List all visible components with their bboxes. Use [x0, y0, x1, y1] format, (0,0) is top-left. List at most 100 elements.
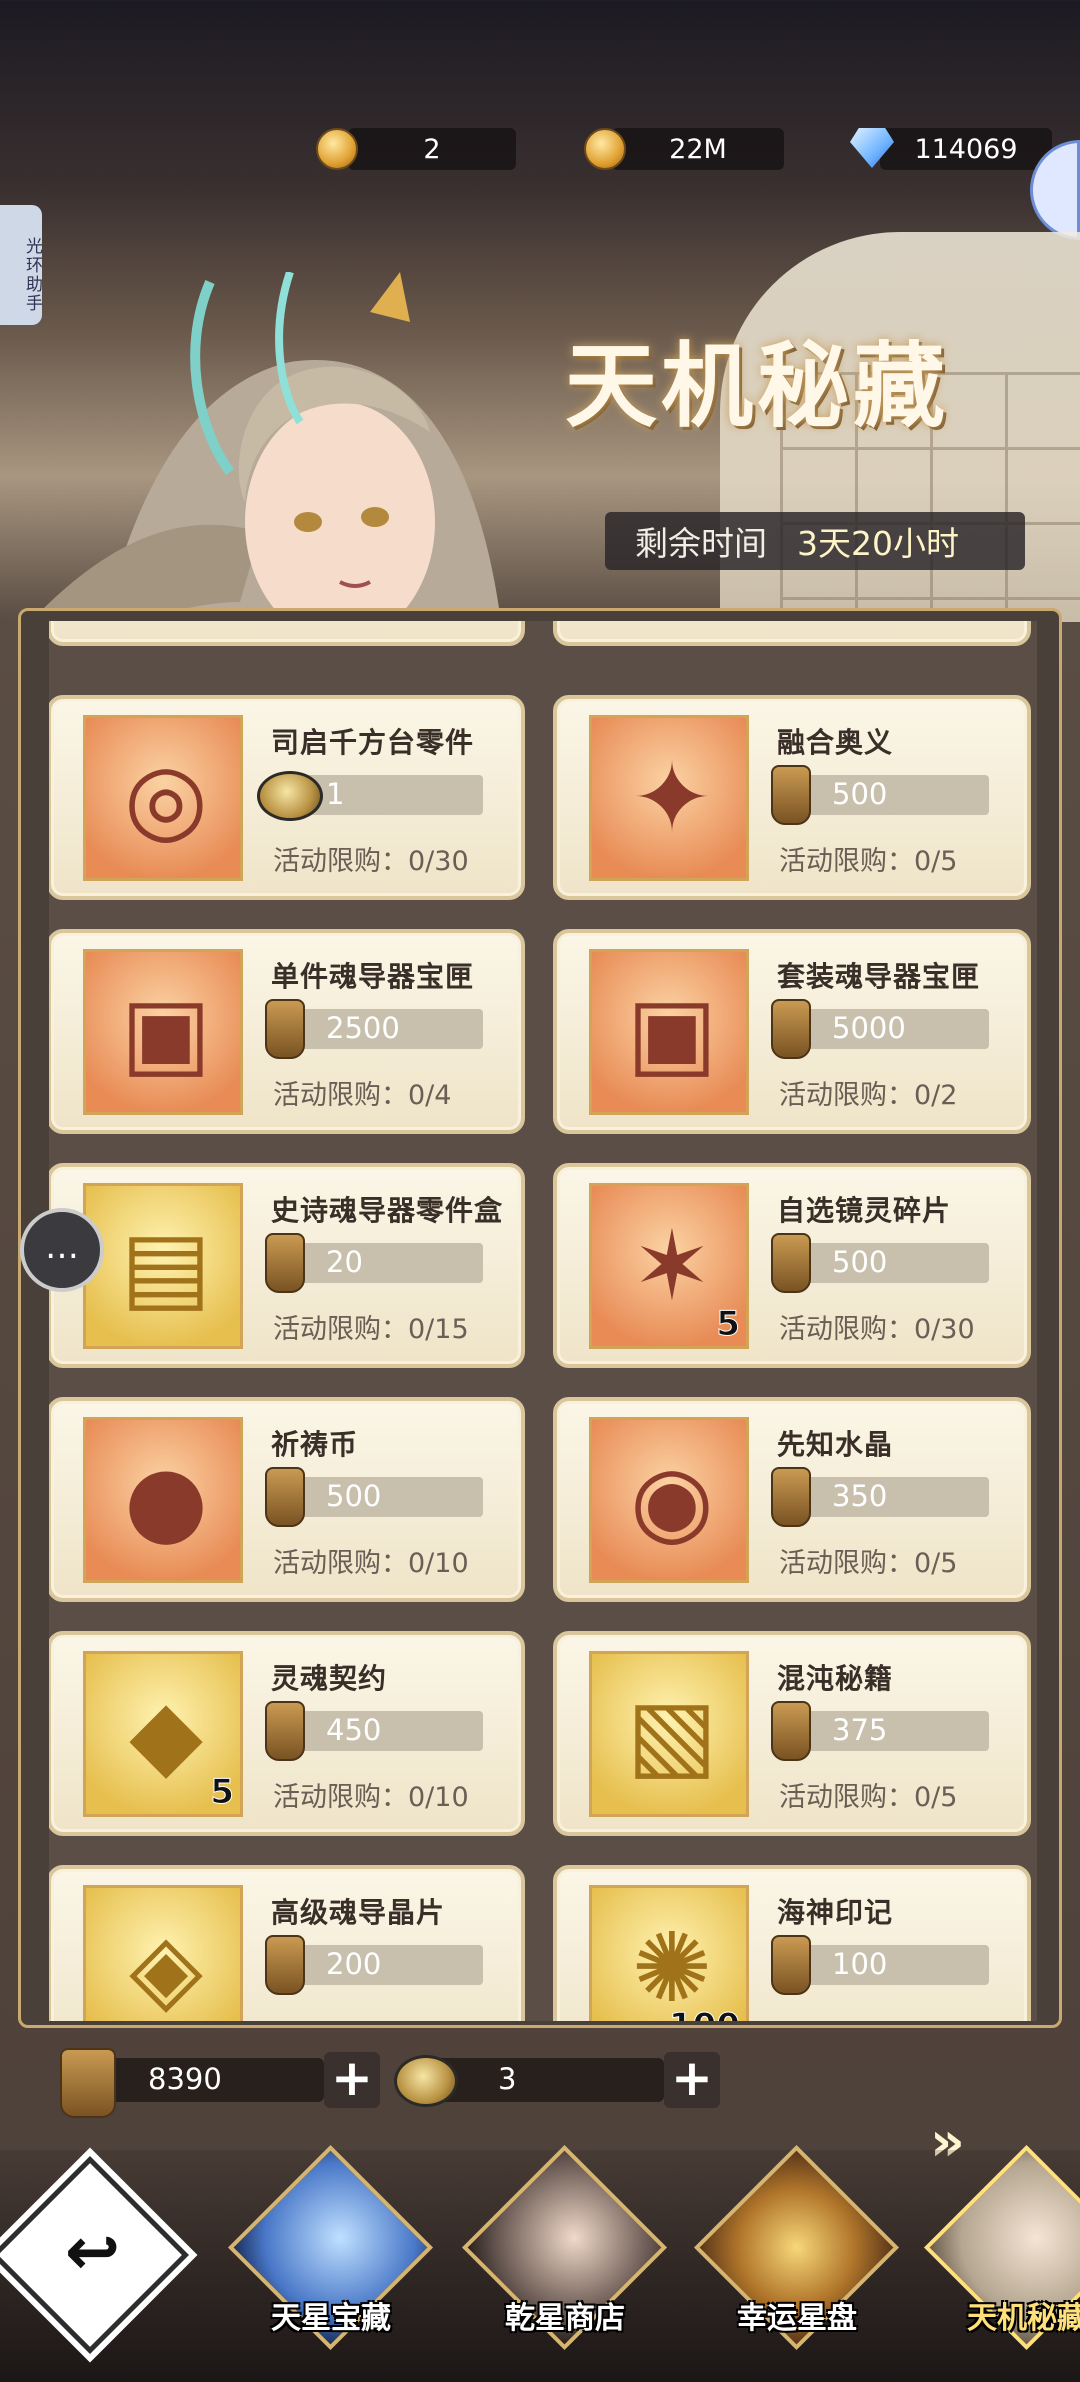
item-price: 500 [326, 1479, 382, 1513]
bag-currency-icon [265, 1935, 305, 1995]
bag-currency-icon [265, 1233, 305, 1293]
item-art-icon: ✦ [631, 742, 713, 854]
item-purchase-limit: 活动限购：0/30 [779, 1314, 975, 1345]
item-art-icon: ▧ [626, 1678, 718, 1790]
item-purchase-limit: 活动限购：0/30 [273, 846, 469, 877]
item-purchase-limit: 活动限购：0/10 [273, 1782, 469, 1813]
tab-label: 天星宝藏 [271, 2301, 391, 2336]
medal-currency-icon [394, 2055, 458, 2107]
item-thumbnail: ◎ [83, 715, 243, 881]
item-thumbnail: ● [83, 1417, 243, 1583]
item-quantity: 5 [210, 1772, 235, 1813]
bag-currency-icon [771, 1935, 811, 1995]
back-arrow-icon: ↩ [64, 2213, 121, 2290]
tab-tianxing-treasure[interactable]: 天星宝藏 [227, 2144, 434, 2355]
item-thumbnail: ◉ [589, 1417, 749, 1583]
shop-item-card[interactable]: ◈ 高级魂导晶片 200 [49, 1865, 525, 2021]
shop-item-card[interactable]: ▣ 套装魂导器宝匣 5000 活动限购：0/2 [553, 929, 1031, 1134]
token-amount: 2 [423, 133, 441, 165]
bag-currency-icon [265, 1467, 305, 1527]
item-price: 450 [326, 1713, 382, 1747]
shop-item-card[interactable]: ✦ 融合奥义 500 活动限购：0/5 [553, 695, 1031, 900]
item-price: 350 [832, 1479, 888, 1513]
item-purchase-limit: 活动限购：0/2 [779, 1080, 958, 1111]
item-purchase-limit: 活动限购：0/5 [779, 846, 958, 877]
remaining-time-label: 剩余时间 [635, 524, 767, 563]
shop-item-card[interactable]: ◎ 司启千方台零件 1 活动限购：0/30 [49, 695, 525, 900]
shop-panel: ◎ 司启千方台零件 1 活动限购：0/30 ✦ 融合奥义 500 活动限购：0/5 ▣ 单件魂导器… [18, 608, 1062, 2028]
tab-qianxing-shop[interactable]: 乾星商店 [461, 2144, 668, 2355]
gold-coin-icon [584, 128, 626, 170]
item-price: 500 [832, 1245, 888, 1279]
item-thumbnail: ◆ 5 [83, 1651, 243, 1817]
tab-label: 幸运星盘 [737, 2301, 857, 2336]
item-art-icon: ▣ [120, 976, 212, 1088]
item-art-icon: ◈ [129, 1912, 203, 2021]
item-thumbnail: ◈ [83, 1885, 243, 2021]
shop-item-card-partial [553, 621, 1031, 646]
item-name: 司启千方台零件 [271, 726, 475, 759]
item-price: 500 [832, 777, 888, 811]
shop-item-card[interactable]: ▣ 单件魂导器宝匣 2500 活动限购：0/4 [49, 929, 525, 1134]
item-art-icon: ✶ [631, 1210, 713, 1322]
item-thumbnail: ▣ [83, 949, 243, 1115]
item-art-icon: ✺ [631, 1912, 713, 2021]
item-name: 自选镜灵碎片 [777, 1194, 952, 1227]
bag-currency-icon [771, 999, 811, 1059]
chat-bubble-button[interactable]: … [20, 1208, 104, 1292]
shop-item-card[interactable]: ◉ 先知水晶 350 活动限购：0/5 [553, 1397, 1031, 1602]
remaining-time: 剩余时间 3天20小时 [605, 512, 1025, 570]
bag-currency-icon [771, 765, 811, 825]
item-thumbnail: ✺100 [589, 1885, 749, 2021]
item-thumbnail: ✦ [589, 715, 749, 881]
item-quantity: 5 [716, 1304, 741, 1345]
add-medal-currency-button[interactable]: + [664, 2052, 720, 2108]
item-purchase-limit: 活动限购：0/15 [273, 1314, 469, 1345]
item-name: 史诗魂导器零件盒 [271, 1194, 504, 1227]
item-thumbnail: ▣ [589, 949, 749, 1115]
item-name: 先知水晶 [777, 1428, 894, 1461]
add-bag-currency-button[interactable]: + [324, 2052, 380, 2108]
gold-counter: 22M [612, 128, 784, 170]
medal-currency-amount: 3 [498, 2062, 517, 2096]
item-art-icon: ◎ [124, 742, 208, 854]
tab-label: 乾星商店 [505, 2301, 625, 2336]
item-art-icon: ◆ [129, 1678, 203, 1790]
item-quantity: 100 [669, 2006, 741, 2022]
shop-item-card[interactable]: ✺100海神印记100 [553, 1865, 1031, 2021]
medal-currency-icon [257, 771, 323, 821]
item-thumbnail: ▧ [589, 1651, 749, 1817]
shop-item-card[interactable]: ▧ 混沌秘籍 375 活动限购：0/5 [553, 1631, 1031, 1836]
item-name: 祈祷币 [271, 1428, 359, 1461]
item-thumbnail: ▤ [83, 1183, 243, 1349]
item-price: 2500 [326, 1011, 400, 1045]
gold-amount: 22M [669, 133, 727, 165]
shop-item-card[interactable]: ▤ 史诗魂导器零件盒 20 活动限购：0/15 [49, 1163, 525, 1368]
item-thumbnail: ✶ 5 [589, 1183, 749, 1349]
diamond-counter: 114069 [880, 128, 1052, 170]
tab-tianji-treasure[interactable]: 天机秘藏 [923, 2144, 1080, 2355]
item-name: 海神印记 [777, 1896, 894, 1929]
bag-currency-icon [771, 1233, 811, 1293]
item-name: 高级魂导晶片 [271, 1896, 446, 1929]
shop-item-card[interactable]: ✶ 5 自选镜灵碎片 500 活动限购：0/30 [553, 1163, 1031, 1368]
item-price: 375 [832, 1713, 888, 1747]
item-purchase-limit: 活动限购：0/10 [273, 1548, 469, 1579]
item-name: 套装魂导器宝匣 [777, 960, 981, 993]
shop-item-card[interactable]: ● 祈祷币 500 活动限购：0/10 [49, 1397, 525, 1602]
character-portrait [40, 272, 501, 622]
bag-currency-icon [265, 1701, 305, 1761]
item-price: 100 [832, 1947, 888, 1981]
item-name: 混沌秘籍 [777, 1662, 894, 1695]
item-price: 1 [326, 777, 345, 811]
bag-currency-icon [771, 1701, 811, 1761]
remaining-time-value: 3天20小时 [797, 524, 959, 563]
token-icon [316, 128, 358, 170]
shop-item-grid[interactable]: ◎ 司启千方台零件 1 活动限购：0/30 ✦ 融合奥义 500 活动限购：0/5 ▣ 单件魂导器… [49, 621, 1037, 2021]
shop-item-card[interactable]: ◆ 5 灵魂契约 450 活动限购：0/10 [49, 1631, 525, 1836]
event-banner: 天机秘藏 剩余时间 3天20小时 [0, 172, 1080, 622]
item-art-icon: ▤ [120, 1210, 212, 1322]
item-name: 融合奥义 [777, 726, 894, 759]
tab-lucky-star-disk[interactable]: 幸运星盘 [693, 2144, 900, 2355]
assistant-tab[interactable]: 光环助手 [0, 205, 42, 325]
